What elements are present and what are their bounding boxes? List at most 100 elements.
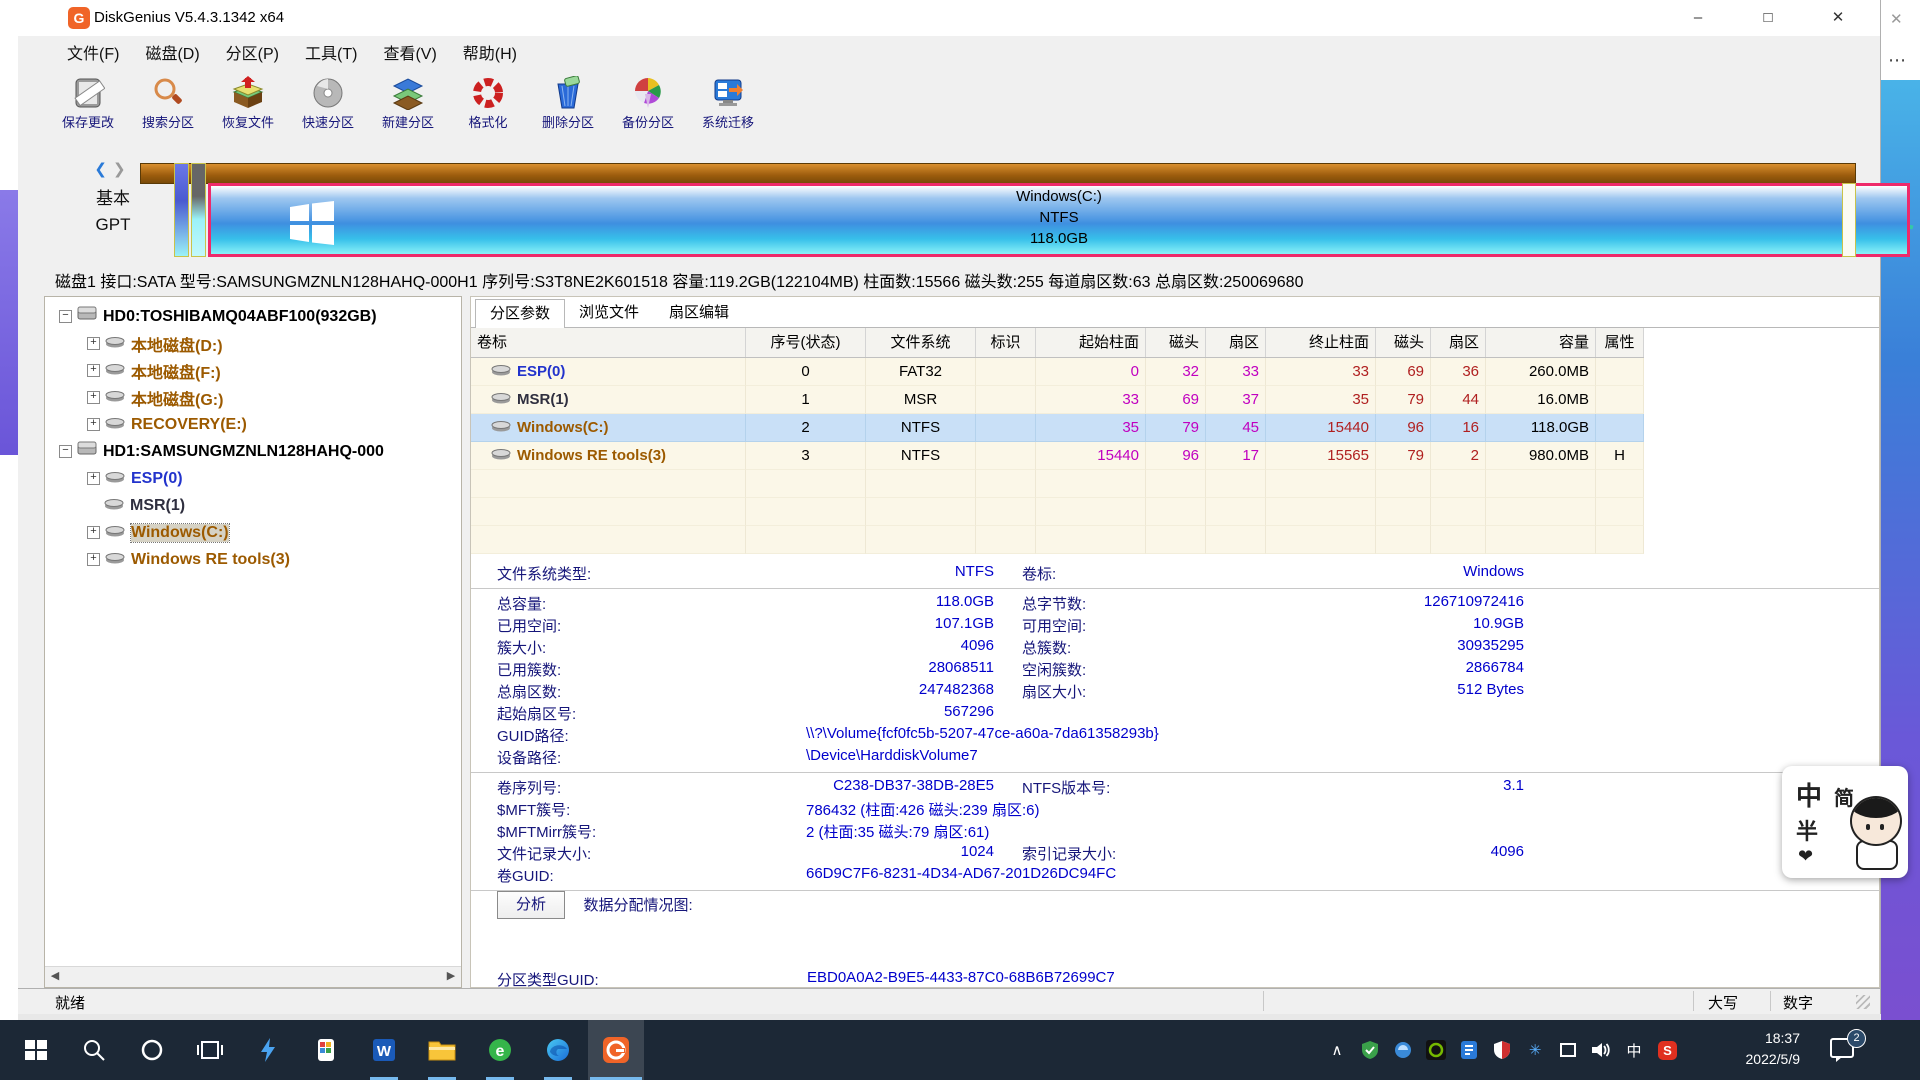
- menu-item-tools[interactable]: 工具(T): [292, 40, 370, 70]
- nvidia-icon[interactable]: [1421, 1034, 1451, 1066]
- column-header[interactable]: 磁头: [1146, 328, 1206, 357]
- panel-splitter[interactable]: [462, 296, 470, 988]
- column-header[interactable]: 扇区: [1431, 328, 1486, 357]
- bluetooth-snowflake-icon[interactable]: ✳: [1520, 1034, 1550, 1066]
- background-close-icon[interactable]: ✕: [1890, 10, 1903, 28]
- taskbar-phone-app-icon[interactable]: [298, 1020, 354, 1080]
- taskbar-task-view-icon[interactable]: [182, 1020, 238, 1080]
- tree-item-hd1-samsungmznln128hahq-000[interactable]: −HD1:SAMSUNGMZNLN128HAHQ-000: [45, 438, 461, 465]
- system-migration-button[interactable]: 系统迁移: [688, 75, 768, 131]
- resize-grip[interactable]: [1856, 995, 1870, 1009]
- column-header[interactable]: 文件系统: [866, 328, 976, 357]
- column-header[interactable]: 属性: [1596, 328, 1644, 357]
- analyze-button[interactable]: 分析: [497, 891, 565, 919]
- ime-status-widget[interactable]: 中 简 半 ❤: [1782, 766, 1908, 878]
- security-shield-icon[interactable]: [1487, 1034, 1517, 1066]
- tab-分区参数[interactable]: 分区参数: [475, 299, 565, 329]
- expand-icon[interactable]: +: [87, 526, 100, 539]
- column-header[interactable]: 起始柱面: [1036, 328, 1146, 357]
- partition-box-re-tools[interactable]: [1842, 183, 1856, 257]
- new-partition-button[interactable]: 新建分区: [368, 75, 448, 131]
- table-row-windows-re-tools-3-[interactable]: Windows RE tools(3)3NTFS1544096171556579…: [471, 442, 1644, 470]
- expand-icon[interactable]: +: [87, 472, 100, 485]
- taskbar-word-icon[interactable]: W: [356, 1020, 412, 1080]
- table-row-esp-0-[interactable]: ESP(0)0FAT3203233336936260.0MB: [471, 358, 1644, 386]
- delete-partition-button[interactable]: 删除分区: [528, 75, 608, 131]
- format-button[interactable]: 格式化: [448, 75, 528, 131]
- column-header[interactable]: 容量: [1486, 328, 1596, 357]
- blue-doc-icon[interactable]: [1454, 1034, 1484, 1066]
- collapse-icon[interactable]: −: [59, 445, 72, 458]
- defender-shield-icon[interactable]: [1355, 1034, 1385, 1066]
- table-row-windows-c-[interactable]: Windows(C:)2NTFS357945154409616118.0GB: [471, 414, 1644, 442]
- chevron-up-icon[interactable]: ∧: [1322, 1034, 1352, 1066]
- tree-item--d-[interactable]: +本地磁盘(D:): [45, 330, 461, 357]
- blue-shield-icon[interactable]: [1388, 1034, 1418, 1066]
- delete-partition-label: 删除分区: [528, 112, 608, 131]
- volume-icon[interactable]: [1586, 1034, 1616, 1066]
- menu-item-partition[interactable]: 分区(P): [213, 40, 292, 70]
- disk-strip[interactable]: [140, 163, 1856, 184]
- taskbar-diskgenius-icon[interactable]: [588, 1020, 644, 1080]
- expand-icon[interactable]: +: [87, 553, 100, 566]
- expand-icon[interactable]: +: [87, 364, 100, 377]
- taskbar-green-e-browser-icon[interactable]: e: [472, 1020, 528, 1080]
- ime-mode-halfwidth[interactable]: 半: [1796, 814, 1818, 846]
- taskbar-search-icon[interactable]: [66, 1020, 122, 1080]
- taskbar-cortana-icon[interactable]: [124, 1020, 180, 1080]
- scroll-left-icon[interactable]: ◀: [45, 967, 65, 986]
- cell: [1596, 498, 1644, 526]
- partition-box-esp[interactable]: [174, 163, 189, 257]
- minimize-button[interactable]: –: [1663, 0, 1733, 36]
- taskbar-clock[interactable]: 18:37 2022/5/9: [1700, 1028, 1800, 1070]
- taskbar-file-explorer-icon[interactable]: [414, 1020, 470, 1080]
- overflow-menu-icon[interactable]: ⋯: [1888, 50, 1906, 71]
- menu-item-file[interactable]: 文件(F): [54, 40, 132, 70]
- column-header[interactable]: 卷标: [471, 328, 746, 357]
- tree-item-esp-0-[interactable]: +ESP(0): [45, 465, 461, 492]
- quick-partition-button[interactable]: 快速分区: [288, 75, 368, 131]
- column-header[interactable]: 扇区: [1206, 328, 1266, 357]
- tree-item-windows-c-[interactable]: +Windows(C:): [45, 519, 461, 546]
- tree-item-recovery-e-[interactable]: +RECOVERY(E:): [45, 411, 461, 438]
- menu-item-view[interactable]: 查看(V): [370, 40, 449, 70]
- ime-lang-indicator[interactable]: 中: [1619, 1034, 1649, 1066]
- tab-扇区编辑[interactable]: 扇区编辑: [655, 299, 743, 327]
- expand-icon[interactable]: +: [87, 391, 100, 404]
- taskbar-edge-icon[interactable]: [530, 1020, 586, 1080]
- tree-horizontal-scrollbar[interactable]: ◀ ▶: [45, 966, 461, 987]
- maximize-button[interactable]: □: [1733, 0, 1803, 36]
- next-disk-icon[interactable]: ❯: [113, 161, 132, 178]
- search-partition-button[interactable]: 搜索分区: [128, 75, 208, 131]
- taskbar-lightning-app-icon[interactable]: [240, 1020, 296, 1080]
- recover-files-button[interactable]: 恢复文件: [208, 75, 288, 131]
- column-header[interactable]: 终止柱面: [1266, 328, 1376, 357]
- collapse-icon[interactable]: −: [59, 310, 72, 323]
- column-header[interactable]: 标识: [976, 328, 1036, 357]
- close-button[interactable]: ✕: [1803, 0, 1873, 36]
- scroll-right-icon[interactable]: ▶: [441, 967, 461, 986]
- partition-box-windows-c[interactable]: Windows(C:) NTFS 118.0GB: [208, 183, 1910, 257]
- taskbar-start-icon[interactable]: [8, 1020, 64, 1080]
- action-center-icon[interactable]: 2: [1828, 1034, 1862, 1066]
- tree-item-msr-1-[interactable]: MSR(1): [45, 492, 461, 519]
- save-changes-button[interactable]: 保存更改: [48, 75, 128, 131]
- tab-浏览文件[interactable]: 浏览文件: [565, 299, 653, 327]
- ime-mode-chinese[interactable]: 中: [1796, 776, 1822, 813]
- sogou-icon[interactable]: S: [1652, 1034, 1682, 1066]
- expand-icon[interactable]: +: [87, 418, 100, 431]
- tree-item-hd0-toshibamq04abf100-932gb-[interactable]: −HD0:TOSHIBAMQ04ABF100(932GB): [45, 303, 461, 330]
- column-header[interactable]: 序号(状态): [746, 328, 866, 357]
- table-row-msr-1-[interactable]: MSR(1)1MSR33693735794416.0MB: [471, 386, 1644, 414]
- window-frame-icon[interactable]: [1553, 1034, 1583, 1066]
- tree-item--g-[interactable]: +本地磁盘(G:): [45, 384, 461, 411]
- tree-item-windows-re-tools-3-[interactable]: +Windows RE tools(3): [45, 546, 461, 573]
- prev-disk-icon[interactable]: ❮: [94, 161, 113, 178]
- column-header[interactable]: 磁头: [1376, 328, 1431, 357]
- backup-partition-button[interactable]: 备份分区: [608, 75, 688, 131]
- menu-item-help[interactable]: 帮助(H): [450, 40, 530, 70]
- tree-item--f-[interactable]: +本地磁盘(F:): [45, 357, 461, 384]
- menu-item-disk[interactable]: 磁盘(D): [132, 40, 212, 70]
- expand-icon[interactable]: +: [87, 337, 100, 350]
- partition-box-msr[interactable]: [191, 163, 206, 257]
